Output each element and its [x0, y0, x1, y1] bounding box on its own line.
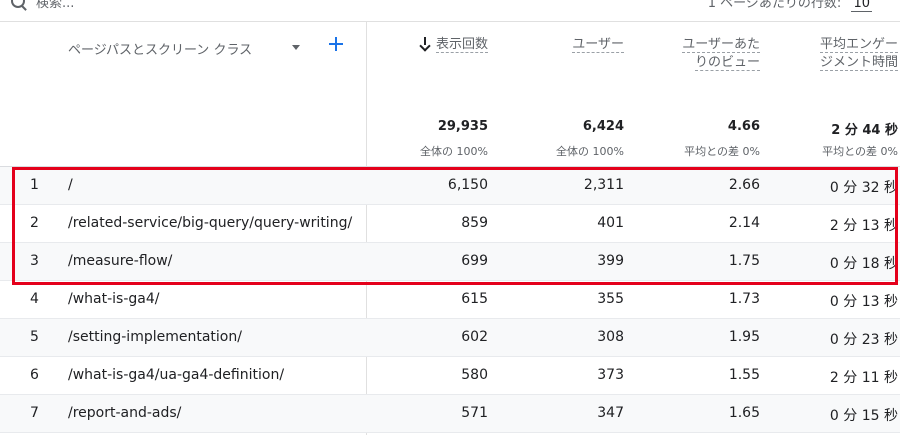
search-input[interactable]: 検索... — [36, 0, 74, 11]
users-cell: 373 — [597, 367, 624, 383]
engagement-time-cell: 0 分 23 秒 — [829, 332, 898, 348]
table-row[interactable]: 6 /what-is-ga4/ua-ga4-definition/ 580 37… — [0, 357, 900, 395]
engagement-time-cell: 2 分 11 秒 — [829, 370, 898, 386]
total-views-per-user: 4.66 — [727, 119, 760, 134]
views-per-user-cell: 1.55 — [728, 367, 760, 383]
page-path-link[interactable]: /setting-implementation/ — [68, 329, 242, 345]
table-row[interactable]: 4 /what-is-ga4/ 615 355 1.73 0 分 13 秒 — [0, 281, 900, 319]
column-header-label: 平均エンゲージメント時間 — [819, 37, 898, 71]
row-index: 6 — [30, 367, 39, 383]
rows-per-page-control[interactable]: 1 ページあたりの行数: 10 — [708, 0, 872, 12]
row-index: 5 — [30, 329, 39, 345]
users-cell: 347 — [597, 405, 624, 421]
chevron-down-icon[interactable] — [292, 45, 300, 50]
column-header-label: ユーザー — [572, 37, 624, 53]
views-per-user-cell: 1.65 — [728, 405, 760, 421]
engagement-time-cell: 0 分 15 秒 — [829, 408, 898, 424]
column-header-views[interactable]: 表示回数 — [380, 36, 488, 54]
table-header: ページパスとスクリーン クラス 表示回数 ユーザー ユーザーあたりのビュー 平均… — [0, 22, 900, 167]
column-header-label: 表示回数 — [435, 37, 488, 53]
row-index: 4 — [30, 291, 39, 307]
users-cell: 355 — [597, 291, 624, 307]
views-cell: 580 — [461, 367, 488, 383]
column-header-label: ユーザーあたりのビュー — [682, 37, 760, 71]
sort-arrow-down-icon — [420, 37, 430, 49]
table-row[interactable]: 7 /report-and-ads/ 571 347 1.65 0 分 15 秒 — [0, 395, 900, 433]
column-header-users[interactable]: ユーザー — [520, 36, 624, 54]
engagement-time-diff: 平均との差 0% — [822, 145, 898, 158]
rows-per-page-select[interactable]: 10 — [851, 0, 872, 12]
engagement-time-cell: 0 分 13 秒 — [829, 294, 898, 310]
highlight-annotation-box — [12, 167, 898, 285]
table-toolbar: 検索... 1 ページあたりの行数: 10 — [0, 0, 900, 22]
rows-per-page-label: 1 ページあたりの行数: — [707, 0, 842, 11]
views-cell: 602 — [461, 329, 488, 345]
views-cell: 615 — [461, 291, 488, 307]
views-share: 全体の 100% — [420, 145, 488, 158]
views-per-user-cell: 1.73 — [728, 291, 760, 307]
dimension-header[interactable]: ページパスとスクリーン クラス — [68, 39, 252, 58]
add-dimension-icon[interactable] — [329, 37, 343, 51]
views-cell: 571 — [461, 405, 488, 421]
column-header-engagement-time[interactable]: 平均エンゲージメント時間 — [810, 36, 898, 72]
row-index: 7 — [30, 405, 39, 421]
page-path-link[interactable]: /what-is-ga4/ua-ga4-definition/ — [68, 367, 284, 383]
column-header-views-per-user[interactable]: ユーザーあたりのビュー — [680, 36, 760, 72]
total-users: 6,424 — [582, 119, 624, 134]
views-per-user-cell: 1.95 — [728, 329, 760, 345]
views-per-user-diff: 平均との差 0% — [684, 145, 760, 158]
users-cell: 308 — [597, 329, 624, 345]
page-path-link[interactable]: /report-and-ads/ — [68, 405, 181, 421]
search-icon[interactable] — [11, 0, 25, 8]
total-views: 29,935 — [437, 119, 488, 134]
total-engagement-time: 2 分 44 秒 — [831, 123, 898, 138]
page-path-link[interactable]: /what-is-ga4/ — [68, 291, 160, 307]
table-row[interactable]: 5 /setting-implementation/ 602 308 1.95 … — [0, 319, 900, 357]
users-share: 全体の 100% — [556, 145, 624, 158]
